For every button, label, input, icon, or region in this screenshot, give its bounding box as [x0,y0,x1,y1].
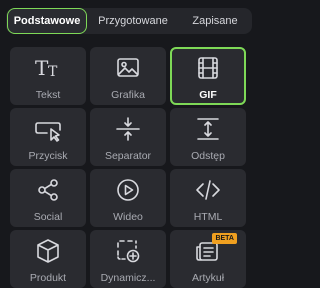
block-label: Tekst [35,89,61,101]
block-label: Dynamicz... [100,272,156,284]
button-icon [33,114,63,144]
share-icon [33,175,63,205]
separator-icon [113,114,143,144]
svg-text:T: T [35,56,49,80]
block-product[interactable]: Produkt [10,230,86,288]
block-label: Produkt [29,272,67,284]
content-blocks-panel: Podstawowe Przygotowane Zapisane TT Teks… [0,0,258,288]
block-label: Przycisk [28,150,68,162]
block-label: Wideo [113,211,143,223]
block-article[interactable]: BETA Artykuł [170,230,246,288]
block-separator[interactable]: Separator [90,108,166,166]
block-video[interactable]: Wideo [90,169,166,227]
block-label: Separator [104,150,152,162]
tab-zapisane[interactable]: Zapisane [178,8,252,34]
block-label: Social [33,211,63,223]
block-gif[interactable]: GIF [170,47,246,105]
block-image[interactable]: Grafika [90,47,166,105]
block-html[interactable]: HTML [170,169,246,227]
tab-podstawowe[interactable]: Podstawowe [7,8,87,34]
svg-text:T: T [48,64,58,80]
block-label: HTML [193,211,223,223]
article-icon: BETA [193,233,237,266]
block-button[interactable]: Przycisk [10,108,86,166]
code-icon [193,175,223,205]
image-icon [113,53,143,83]
spacer-icon [193,114,223,144]
block-text[interactable]: TT Tekst [10,47,86,105]
block-dynamic[interactable]: Dynamicz... [90,230,166,288]
block-social[interactable]: Social [10,169,86,227]
block-label: GIF [199,89,217,101]
film-icon [193,53,223,83]
dynamic-add-icon [113,236,143,266]
text-icon: TT [33,53,63,83]
block-label: Grafika [111,89,145,101]
block-label: Odstęp [191,150,225,162]
tab-bar: Podstawowe Przygotowane Zapisane [6,8,252,34]
beta-badge: BETA [212,233,237,244]
play-icon [113,175,143,205]
box-icon [33,236,63,266]
tab-przygotowane[interactable]: Przygotowane [90,8,176,34]
block-label: Artykuł [191,272,225,284]
block-spacer[interactable]: Odstęp [170,108,246,166]
